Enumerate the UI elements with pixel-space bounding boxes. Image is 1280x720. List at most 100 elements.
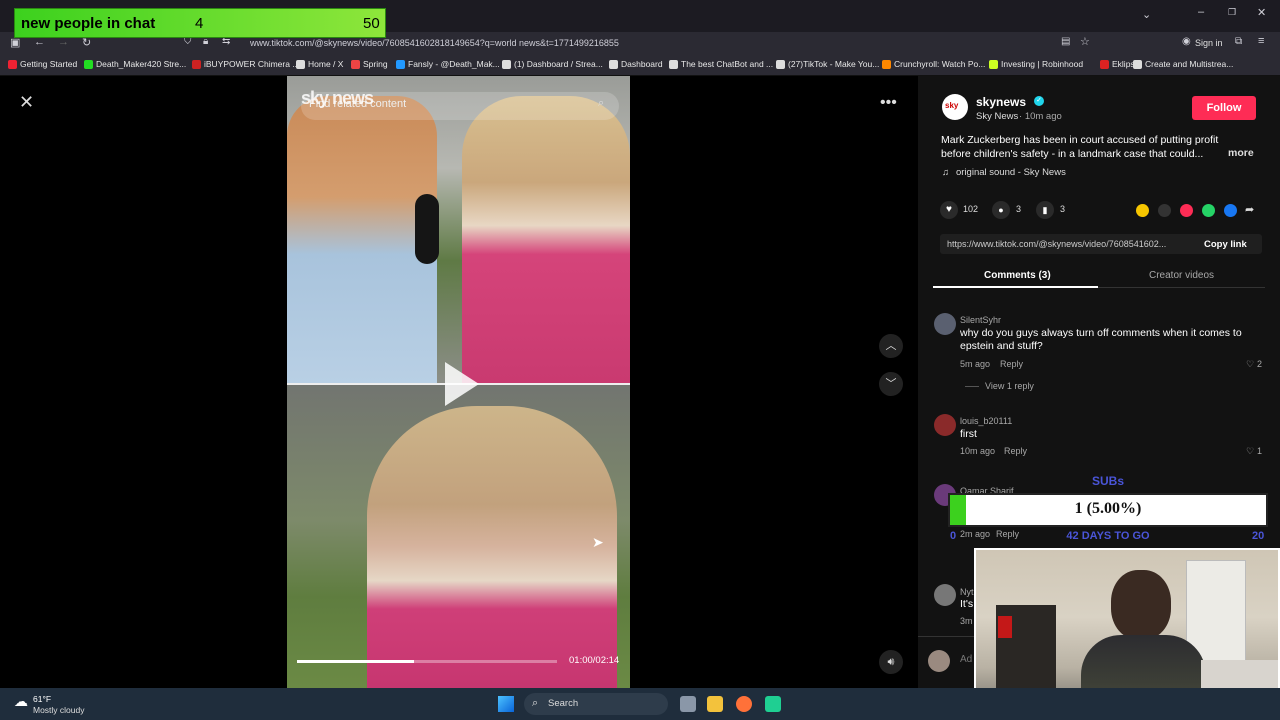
previous-video-button[interactable]: ︿ xyxy=(879,334,903,358)
like-icon[interactable]: ♥ xyxy=(940,201,958,219)
share-coin-icon[interactable] xyxy=(1136,204,1149,217)
avatar[interactable] xyxy=(934,584,956,606)
follow-button[interactable]: Follow xyxy=(1192,96,1256,120)
url-field[interactable]: www.tiktok.com/@skynews/video/7608541602… xyxy=(250,38,619,48)
taskbar-search-label: Search xyxy=(548,698,579,709)
bookmark-item[interactable]: Crunchyroll: Watch Po... xyxy=(882,59,985,69)
video-progress-bar[interactable] xyxy=(297,660,557,663)
app-icon[interactable] xyxy=(765,696,781,712)
reader-view-icon[interactable]: ▤ xyxy=(1061,36,1070,47)
comment-age: 5m ago xyxy=(960,359,991,369)
bookmark-label: (1) Dashboard / Strea... xyxy=(514,59,603,69)
bookmark-item[interactable]: Dashboard xyxy=(609,59,663,69)
task-view-icon[interactable] xyxy=(680,696,696,712)
next-video-button[interactable]: ﹀ xyxy=(879,372,903,396)
like-count: 102 xyxy=(963,204,979,214)
video-link[interactable]: https://www.tiktok.com/@skynews/video/76… xyxy=(947,239,1166,249)
share-arrow-icon[interactable]: ➦ xyxy=(1245,203,1254,216)
subs-goal-days: 42 DAYS TO GO xyxy=(1066,530,1150,542)
view-replies-link[interactable]: View 1 reply xyxy=(985,381,1034,391)
subs-goal-bar: 1 (5.00%) xyxy=(948,493,1268,527)
bookmark-label: iBUYPOWER Chimera ... xyxy=(204,59,300,69)
reply-button[interactable]: Reply xyxy=(1000,359,1023,369)
comment-author[interactable]: SilentSyhr xyxy=(960,315,1001,325)
author-avatar[interactable]: sky xyxy=(942,94,968,120)
embed-icon[interactable] xyxy=(1158,204,1171,217)
whatsapp-icon[interactable] xyxy=(1202,204,1215,217)
bookmark-favicon-icon xyxy=(192,59,201,69)
bookmark-item[interactable]: Death_Maker420 Stre... xyxy=(84,59,186,69)
bookmark-item[interactable]: Fansly - @Death_Mak... xyxy=(396,59,500,69)
reply-button[interactable]: Reply xyxy=(1004,446,1027,456)
bookmark-item[interactable]: Investing | Robinhood xyxy=(989,59,1083,69)
send-icon[interactable] xyxy=(1180,204,1193,217)
comment-like-icon[interactable]: ♡ xyxy=(1246,446,1254,457)
comment-like-icon[interactable]: ♡ xyxy=(1246,359,1254,370)
comment-author[interactable]: louis_b20111 xyxy=(960,416,1012,426)
more-options-icon[interactable]: ••• xyxy=(880,94,897,112)
close-icon[interactable]: ✕ xyxy=(19,92,34,113)
bookmark-label: Investing | Robinhood xyxy=(1001,59,1084,69)
tab-creator-videos[interactable]: Creator videos xyxy=(1149,270,1214,281)
comment-author[interactable]: Nyt xyxy=(960,587,974,597)
bookmarks-bar: Getting Started Death_Maker420 Stre... iBU… xyxy=(0,56,1280,76)
sign-in-link[interactable]: Sign in xyxy=(1195,38,1223,48)
facebook-icon[interactable] xyxy=(1224,204,1237,217)
microphone xyxy=(415,194,439,264)
bookmark-label: Crunchyroll: Watch Po... xyxy=(894,59,986,69)
comment-icon[interactable]: ● xyxy=(992,201,1010,219)
new-chat-goal-overlay: new people in chat 4 50 xyxy=(14,8,386,38)
search-icon[interactable]: ⌕ xyxy=(598,97,604,110)
bookmark-label: Create and Multistrea... xyxy=(1145,59,1234,69)
bookmark-label: Getting Started xyxy=(20,59,78,69)
bookmark-label: Dashboard xyxy=(621,59,663,69)
copy-link-button[interactable]: Copy link xyxy=(1204,239,1247,250)
bookmark-item[interactable]: (1) Dashboard / Strea... xyxy=(502,59,603,69)
sound-link[interactable]: original sound - Sky News xyxy=(956,167,1066,178)
extensions-icon[interactable]: ⧉ xyxy=(1235,36,1242,47)
bookmark-item[interactable]: The best ChatBot and ... xyxy=(669,59,773,69)
menu-icon[interactable]: ≡ xyxy=(1258,35,1264,47)
volume-icon[interactable]: 🔊︎ xyxy=(879,650,903,674)
bookmark-item[interactable]: (27)TikTok - Make You... xyxy=(776,59,879,69)
comment-like-count: 2 xyxy=(1257,359,1263,369)
bookmark-item[interactable]: Home / X xyxy=(296,59,343,69)
author-username[interactable]: skynews xyxy=(976,95,1026,109)
comment-text: first xyxy=(960,428,977,440)
close-window-icon[interactable]: ✕ xyxy=(1257,6,1266,19)
taskbar-search[interactable]: ⌕ Search xyxy=(524,693,668,715)
bookmark-item[interactable]: Spring xyxy=(351,59,388,69)
cursor-icon: ➤ xyxy=(592,534,604,550)
file-explorer-icon[interactable] xyxy=(707,696,723,712)
bookmark-label: Death_Maker420 Stre... xyxy=(96,59,187,69)
account-icon[interactable]: ◉ xyxy=(1182,36,1191,47)
save-count: 3 xyxy=(1060,204,1066,214)
bookmark-star-icon[interactable]: ☆ xyxy=(1080,35,1090,48)
interviewee-figure xyxy=(462,96,630,384)
bookmark-favicon-icon xyxy=(8,59,17,69)
bookmark-favicon-icon xyxy=(502,59,511,69)
bookmark-favicon-icon xyxy=(84,59,93,69)
bookmark-item[interactable]: iBUYPOWER Chimera ... xyxy=(192,59,299,69)
weather-icon[interactable]: ☁ xyxy=(14,693,28,710)
firefox-icon[interactable] xyxy=(736,696,752,712)
maximize-icon[interactable]: ❐ xyxy=(1228,7,1236,18)
tab-comments[interactable]: Comments (3) xyxy=(984,270,1051,281)
avatar[interactable] xyxy=(934,313,956,335)
start-icon[interactable] xyxy=(498,696,514,712)
bookmark-item[interactable]: Getting Started xyxy=(8,59,77,69)
subs-goal-value: 1 (5.00%) xyxy=(1074,500,1142,517)
avatar[interactable] xyxy=(934,414,956,436)
video-player[interactable]: Find related content ⌕ sky news 01:00/02… xyxy=(287,76,630,688)
play-icon[interactable] xyxy=(445,362,479,406)
bookmark-item[interactable]: Create and Multistrea... xyxy=(1133,59,1233,69)
post-age: · 10m ago xyxy=(1019,111,1062,122)
minimize-icon[interactable]: – xyxy=(1198,6,1204,18)
bookmark-icon[interactable]: ▮ xyxy=(1036,201,1054,219)
add-comment-input[interactable]: Ad xyxy=(960,654,972,665)
caption-more-link[interactable]: more xyxy=(1228,147,1254,159)
video-progress-fill xyxy=(297,660,414,663)
tab-list-icon[interactable]: ⌄ xyxy=(1142,8,1151,21)
search-icon: ⌕ xyxy=(532,697,539,709)
weather-temp: 61°F xyxy=(33,694,52,704)
